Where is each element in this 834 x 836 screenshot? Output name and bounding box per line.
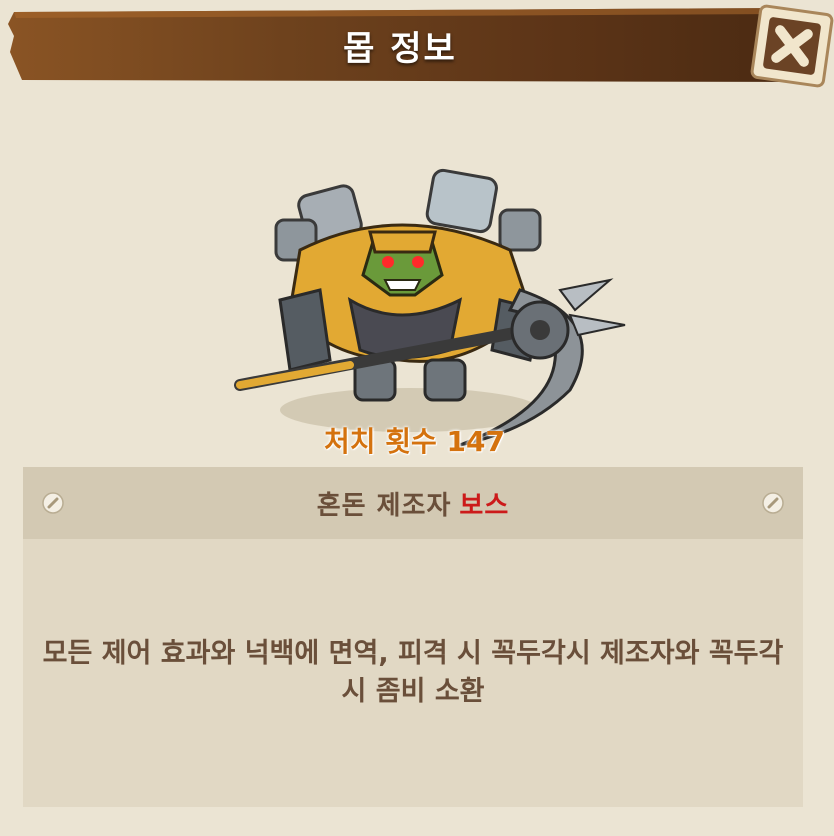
monster-portrait (230, 160, 630, 460)
description-box: 모든 제어 효과와 넉백에 면역, 피격 시 꼭두각시 제조자와 꼭두각시 좀비… (23, 539, 803, 807)
monster-name-bar: 혼돈 제조자 보스 (23, 467, 803, 539)
kill-count-value: 147 (446, 425, 505, 458)
header-banner: 몹 정보 (0, 8, 800, 82)
monster-description: 모든 제어 효과와 넉백에 면역, 피격 시 꼭두각시 제조자와 꼭두각시 좀비… (42, 638, 784, 707)
kill-count: 처치 횟수 147 (324, 420, 505, 460)
page-title: 몹 정보 (343, 28, 457, 69)
boss-tag: 보스 (459, 490, 510, 521)
monster-name: 혼돈 제조자 보스 (317, 485, 510, 522)
kill-count-label: 처치 횟수 (324, 425, 447, 458)
boss-image (234, 168, 626, 447)
close-x-icon (750, 4, 834, 88)
pin-icon (42, 492, 64, 514)
pin-icon (762, 492, 784, 514)
monster-name-text: 혼돈 제조자 (316, 490, 452, 521)
close-button[interactable] (742, 0, 834, 96)
